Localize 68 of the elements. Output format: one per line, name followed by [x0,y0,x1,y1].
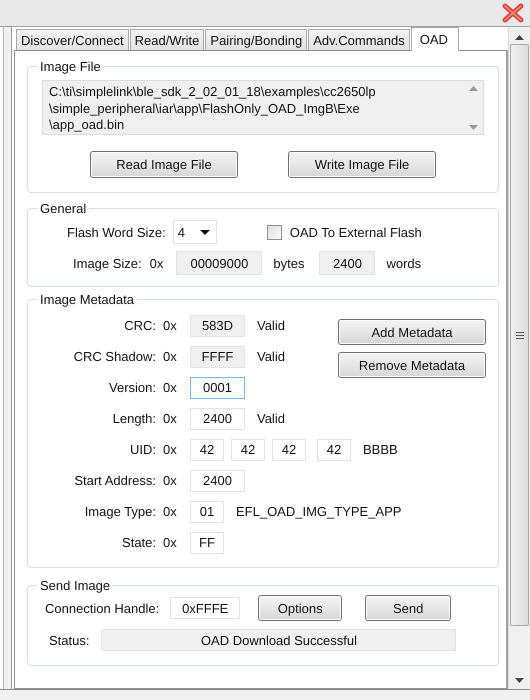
field-label: Image Size: [73,256,142,270]
group-title: Image File [39,59,102,74]
caret-icon [200,230,210,234]
hex-field[interactable]: 583D [190,314,245,336]
field-note: BBBB [363,442,398,457]
hex-field[interactable]: 42 [317,438,351,460]
field-label: CRC Shadow: [72,349,156,364]
group-title: Send Image [39,578,112,593]
checkbox[interactable] [266,224,282,240]
field-label: Version: [108,380,156,395]
field-label: Image Type: [84,504,156,519]
button[interactable]: Write Image File [288,151,436,178]
tab[interactable]: Read/Write [130,29,204,50]
unit-label: words [386,256,422,270]
hex-field[interactable]: 42 [190,438,224,460]
hex-field[interactable]: 42 [231,438,265,460]
button[interactable]: Remove Metadata [338,352,486,378]
grip-icon [516,332,524,338]
field-label: Length: [112,411,156,426]
close-icon[interactable] [502,3,524,23]
field-label: CRC: [123,318,156,333]
field-label: Status: [49,632,90,648]
image-size-field[interactable]: 00009000 [176,251,262,275]
word-count-field[interactable]: 2400 [319,251,376,275]
group-title: General [39,201,88,216]
hex-prefix: 0x [162,442,178,457]
field-label: Flash Word Size: [67,224,166,240]
group-title: Image Metadata [39,292,135,307]
scrollbar[interactable] [508,27,530,689]
hex-field[interactable]: FF [190,532,224,554]
field-label: Start Address: [73,473,156,488]
hex-field[interactable]: FFFF [190,346,245,368]
handle-field[interactable]: 0xFFFE [170,597,240,619]
field-label: UID: [129,442,156,457]
unit-label: bytes [273,256,304,270]
hex-field[interactable]: 2400 [190,470,245,492]
button[interactable]: Read Image File [90,151,238,178]
word-size-dropdown[interactable]: 4 [172,220,217,244]
button[interactable]: Add Metadata [338,319,486,345]
button[interactable]: Send [365,595,452,621]
field-note: Valid [257,349,285,364]
scroll-up-icon[interactable] [515,35,524,40]
hex-field[interactable]: 01 [190,500,224,522]
field-note: EFL_OAD_IMG_TYPE_APP [236,504,402,519]
hex-prefix: 0x [162,535,178,550]
field-label: Connection Handle: [45,600,160,616]
field-label: State: [121,535,156,550]
hex-field[interactable]: 42 [272,438,306,460]
hex-prefix: 0x [162,473,178,488]
hex-prefix: 0x [150,256,164,270]
hex-prefix: 0x [162,318,178,333]
hex-field[interactable]: 0001 [190,376,245,398]
button[interactable]: Options [258,595,342,621]
scroll-thumb[interactable] [510,44,529,626]
checkbox-label: OAD To External Flash [290,224,422,240]
tab[interactable]: Adv.Commands [308,29,410,50]
tab[interactable]: OAD [410,27,459,51]
hex-prefix: 0x [162,411,178,426]
hex-prefix: 0x [162,504,178,519]
field-note: Valid [257,318,285,333]
status-field: OAD Download Successful [101,629,456,651]
hex-field[interactable]: 2400 [190,408,245,430]
hex-prefix: 0x [162,349,178,364]
field-note: Valid [257,411,285,426]
tab[interactable]: Discover/Connect [16,29,129,50]
hex-prefix: 0x [162,380,178,395]
scroll-down-icon[interactable] [515,678,524,683]
tab[interactable]: Pairing/Bonding [205,29,308,50]
